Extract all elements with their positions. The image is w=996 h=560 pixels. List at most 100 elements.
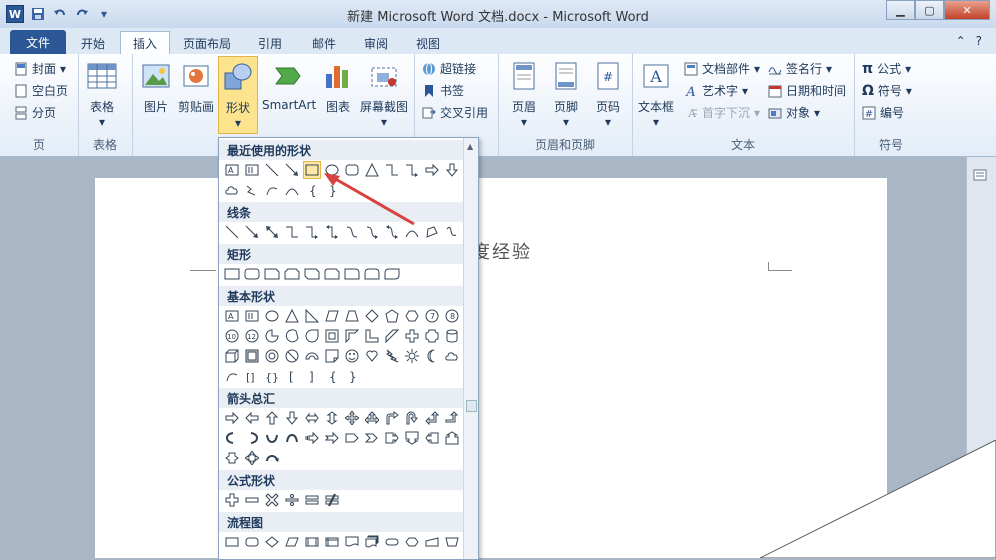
- screenshot-button[interactable]: 屏幕截图 ▾: [360, 60, 408, 129]
- footer-button[interactable]: 页脚 ▾: [550, 60, 582, 129]
- block-arc-shape-icon[interactable]: [303, 347, 321, 365]
- flowchart-preparation-shape-icon[interactable]: [403, 533, 421, 551]
- flowchart-manual-operation-shape-icon[interactable]: [443, 533, 461, 551]
- flowchart-multidocument-shape-icon[interactable]: [363, 533, 381, 551]
- line-shape-icon[interactable]: [223, 223, 241, 241]
- down-arrow-callout-shape-icon[interactable]: [403, 429, 421, 447]
- no-symbol-shape-icon[interactable]: [283, 347, 301, 365]
- equal-shape-icon[interactable]: [303, 491, 321, 509]
- minimize-ribbon-icon[interactable]: ⌃: [956, 34, 966, 48]
- frame-shape-icon[interactable]: [323, 327, 341, 345]
- up-arrow-callout-shape-icon[interactable]: [443, 429, 461, 447]
- tab-view[interactable]: 视图: [406, 32, 450, 54]
- trapezoid-shape-icon[interactable]: [343, 307, 361, 325]
- tab-insert[interactable]: 插入: [120, 31, 170, 55]
- snip-corner-rect-shape-icon[interactable]: [263, 265, 281, 283]
- arrow-line-shape-icon[interactable]: [283, 161, 301, 179]
- hyperlink-button[interactable]: 超链接: [422, 60, 476, 77]
- vertical-textbox-shape-icon[interactable]: [243, 307, 261, 325]
- clipart-button[interactable]: 剪贴画: [178, 60, 214, 115]
- quad-arrow-shape-icon[interactable]: [343, 409, 361, 427]
- table-button[interactable]: 表格 ▾: [86, 60, 118, 129]
- close-icon[interactable]: ✕: [944, 0, 990, 20]
- double-bracket-shape-icon[interactable]: []: [243, 367, 261, 385]
- cover-page-button[interactable]: 封面 ▾: [14, 60, 66, 77]
- notched-right-arrow-shape-icon[interactable]: [323, 429, 341, 447]
- arrow-line-shape-icon[interactable]: [243, 223, 261, 241]
- pie-shape-icon[interactable]: [263, 327, 281, 345]
- right-arrow-shape-icon[interactable]: [423, 161, 441, 179]
- flowchart-decision-shape-icon[interactable]: [263, 533, 281, 551]
- view-ruler-icon[interactable]: [973, 168, 987, 182]
- tab-page-layout[interactable]: 页面布局: [174, 32, 240, 54]
- right-arrow-callout-shape-icon[interactable]: [383, 429, 401, 447]
- flowchart-manual-input-shape-icon[interactable]: [423, 533, 441, 551]
- scroll-thumb[interactable]: [466, 400, 477, 412]
- textbox-shape-icon[interactable]: A: [223, 307, 241, 325]
- parallelogram-shape-icon[interactable]: [323, 307, 341, 325]
- right-triangle-shape-icon[interactable]: [303, 307, 321, 325]
- chart-button[interactable]: 图表: [322, 60, 354, 115]
- right-arrow-shape-icon[interactable]: [223, 409, 241, 427]
- flowchart-predefined-process-shape-icon[interactable]: [303, 533, 321, 551]
- wordart-button[interactable]: A 艺术字 ▾: [684, 82, 748, 99]
- textbox-shape-icon[interactable]: A: [223, 161, 241, 179]
- cube-shape-icon[interactable]: [223, 347, 241, 365]
- rounded-rect-shape-icon[interactable]: [243, 265, 261, 283]
- flowchart-terminator-shape-icon[interactable]: [383, 533, 401, 551]
- freeform-closed-shape-icon[interactable]: [423, 223, 441, 241]
- donut-shape-icon[interactable]: [263, 347, 281, 365]
- double-brace-shape-icon[interactable]: {}: [263, 367, 281, 385]
- can-shape-icon[interactable]: [443, 327, 461, 345]
- shapes-button[interactable]: 形状 ▾: [218, 56, 258, 134]
- plaque-shape-icon[interactable]: [423, 327, 441, 345]
- cloud-shape-icon[interactable]: [223, 181, 241, 199]
- heptagon-shape-icon[interactable]: 7: [423, 307, 441, 325]
- quick-parts-button[interactable]: 文档部件 ▾: [684, 60, 760, 77]
- diamond-shape-icon[interactable]: [363, 307, 381, 325]
- snip-diagonal-rect-shape-icon[interactable]: [303, 265, 321, 283]
- left-right-up-arrow-shape-icon[interactable]: [363, 409, 381, 427]
- datetime-button[interactable]: 日期和时间: [768, 82, 846, 99]
- elbow-connector-shape-icon[interactable]: [283, 223, 301, 241]
- minus-shape-icon[interactable]: [243, 491, 261, 509]
- bent-arrow-shape-icon[interactable]: [383, 409, 401, 427]
- rectangle-shape-icon[interactable]: [223, 265, 241, 283]
- round-diagonal-rect-shape-icon[interactable]: [383, 265, 401, 283]
- oval-shape-icon[interactable]: [263, 307, 281, 325]
- arc-shape-icon[interactable]: [223, 367, 241, 385]
- left-up-arrow-shape-icon[interactable]: [423, 409, 441, 427]
- snip-same-side-rect-shape-icon[interactable]: [283, 265, 301, 283]
- right-brace-shape-icon[interactable]: }: [343, 367, 361, 385]
- half-frame-shape-icon[interactable]: [343, 327, 361, 345]
- pentagon-shape-icon[interactable]: [383, 307, 401, 325]
- left-arrow-shape-icon[interactable]: [243, 409, 261, 427]
- flowchart-document-shape-icon[interactable]: [343, 533, 361, 551]
- sun-shape-icon[interactable]: [403, 347, 421, 365]
- elbow-arrow-connector-shape-icon[interactable]: [303, 223, 321, 241]
- arc-shape-icon[interactable]: [263, 181, 281, 199]
- maximize-icon[interactable]: ▢: [915, 0, 944, 20]
- dodecagon-shape-icon[interactable]: 12: [243, 327, 261, 345]
- hexagon-shape-icon[interactable]: [403, 307, 421, 325]
- help-icon[interactable]: ?: [976, 34, 982, 48]
- curved-left-arrow-shape-icon[interactable]: [243, 429, 261, 447]
- left-right-arrow-shape-icon[interactable]: [303, 409, 321, 427]
- pentagon-arrow-shape-icon[interactable]: [343, 429, 361, 447]
- picture-button[interactable]: 图片: [140, 60, 172, 115]
- tab-home[interactable]: 开始: [72, 32, 114, 54]
- octagon-shape-icon[interactable]: 8: [443, 307, 461, 325]
- dropcap-button[interactable]: A 首字下沉 ▾: [684, 104, 760, 121]
- left-brace-shape-icon[interactable]: {: [303, 181, 321, 199]
- round-corner-rect-shape-icon[interactable]: [343, 265, 361, 283]
- left-right-arrow-callout-shape-icon[interactable]: [223, 449, 241, 467]
- flowchart-data-shape-icon[interactable]: [283, 533, 301, 551]
- bent-up-arrow-shape-icon[interactable]: [443, 409, 461, 427]
- double-arrow-line-shape-icon[interactable]: [263, 223, 281, 241]
- tab-review[interactable]: 审阅: [354, 32, 398, 54]
- chord-shape-icon[interactable]: [283, 327, 301, 345]
- not-equal-shape-icon[interactable]: [323, 491, 341, 509]
- down-arrow-shape-icon[interactable]: [443, 161, 461, 179]
- gallery-scrollbar[interactable]: ▲: [463, 138, 478, 559]
- down-arrow-shape-icon[interactable]: [283, 409, 301, 427]
